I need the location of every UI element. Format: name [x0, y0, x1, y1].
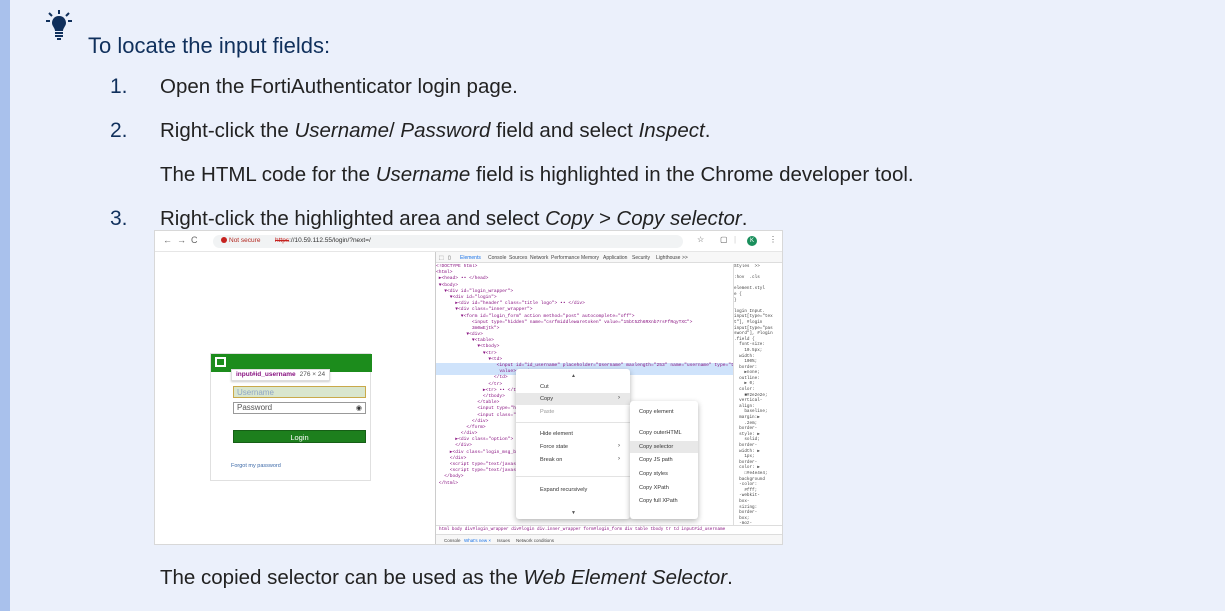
password-input[interactable]: Password ◉ [233, 402, 366, 414]
devtools-tab-bar: ⬚ ▯ Elements Console Sources Network Performan… [436, 252, 782, 263]
devtools-tab[interactable]: Application [603, 255, 627, 261]
devtools-tab[interactable]: Console [488, 255, 506, 261]
context-menu: ▲ ▼ Cut Copy › Paste Hide element Force state… [516, 369, 630, 519]
fortinet-logo-icon [215, 357, 226, 367]
menu-divider [516, 476, 630, 477]
context-menu-highlight [516, 393, 630, 405]
step-note-text: The HTML code for the Username field is … [160, 163, 914, 186]
context-menu-item[interactable]: Break on [540, 457, 562, 463]
step-text: Right-click the Username/ Password field… [160, 119, 711, 142]
browser-menu-icon[interactable]: ⋮ [769, 236, 777, 244]
login-card: Username input#id_username 276 × 24 Passw… [210, 353, 372, 481]
address-bar[interactable]: Not secure https://10.59.112.55/login/?n… [213, 235, 683, 248]
devtools-tab[interactable]: Elements [460, 255, 481, 261]
scroll-down-icon: ▼ [571, 510, 576, 516]
menu-divider [516, 422, 630, 423]
context-menu-item[interactable]: Force state [540, 444, 568, 450]
copy-submenu-item[interactable]: Copy full XPath [639, 498, 678, 504]
scroll-up-icon: ▲ [571, 373, 576, 379]
extensions-icon[interactable]: ▢ [720, 236, 728, 244]
copy-submenu-item[interactable]: Copy selector [639, 444, 673, 450]
bookmark-star-icon[interactable]: ☆ [697, 236, 704, 244]
drawer-tab[interactable]: Network conditions [516, 538, 554, 543]
username-input[interactable]: Username [233, 386, 366, 398]
drawer-tab[interactable]: Issues [497, 538, 510, 543]
copy-submenu-item[interactable]: Copy JS path [639, 457, 673, 463]
eye-icon[interactable]: ◉ [356, 404, 362, 414]
tip-box: To locate the input fields: 1. Open the … [0, 0, 1225, 611]
devtools-tab[interactable]: Memory [581, 255, 599, 261]
copy-submenu-item[interactable]: Copy styles [639, 471, 668, 477]
devtools-tab[interactable]: Performance [551, 255, 580, 261]
context-menu-item[interactable]: Copy [540, 396, 553, 402]
chevron-right-icon: › [618, 456, 620, 462]
step-text: Open the FortiAuthenticator login page. [160, 75, 518, 98]
tip-title: To locate the input fields: [88, 33, 331, 58]
inspect-element-icon[interactable]: ⬚ [439, 255, 444, 261]
context-menu-item[interactable]: Paste [540, 409, 554, 415]
embedded-screenshot: ← → C Not secure https://10.59.112.55/lo… [154, 230, 783, 545]
inspect-tooltip: input#id_username 276 × 24 [231, 369, 331, 381]
context-menu-item[interactable]: Expand recursively [540, 487, 587, 493]
not-secure-badge[interactable]: Not secure [221, 237, 260, 244]
chevron-right-icon: › [618, 395, 620, 401]
step-1: 1. Open the FortiAuthenticator login pag… [110, 74, 1210, 118]
step-2: 2. Right-click the Username/ Password fi… [110, 118, 1210, 162]
devtools-tab[interactable]: Lighthouse [656, 255, 680, 261]
forward-icon[interactable]: → [177, 236, 186, 245]
copy-submenu-item[interactable]: Copy outerHTML [639, 430, 682, 436]
url-text[interactable]: https://10.59.112.55/login/?next=/ [275, 237, 371, 244]
toolbar-divider: | [734, 235, 737, 244]
devtools-drawer: Console What's new × Issues Network conditi… [436, 534, 782, 544]
warning-icon [221, 237, 227, 243]
lightbulb-icon [46, 10, 72, 40]
copy-submenu: Copy element Copy outerHTML Copy selector C… [630, 401, 698, 519]
profile-avatar[interactable]: K [747, 236, 757, 246]
devtools-tab[interactable]: Sources [509, 255, 527, 261]
browser-toolbar: ← → C Not secure https://10.59.112.55/lo… [155, 231, 782, 252]
web-page-area: Username input#id_username 276 × 24 Passw… [155, 252, 435, 544]
chevron-right-icon: › [618, 443, 620, 449]
device-toolbar-icon[interactable]: ▯ [448, 255, 451, 261]
context-menu-item[interactable]: Cut [540, 384, 549, 390]
devtools-tab[interactable]: Security [632, 255, 650, 261]
closing-note: The copied selector can be used as the W… [160, 566, 733, 589]
devtools-tab[interactable]: >> [682, 255, 688, 261]
reload-icon[interactable]: C [191, 236, 198, 245]
dom-breadcrumb[interactable]: html body div#login_wrapper div#login di… [436, 525, 782, 534]
copy-submenu-item[interactable]: Copy element [639, 409, 674, 415]
step-2-note: The HTML code for the Username field is … [110, 162, 1210, 206]
step-number: 3. [110, 207, 128, 230]
step-number: 2. [110, 119, 128, 142]
step-text: Right-click the highlighted area and sel… [160, 207, 748, 230]
back-icon[interactable]: ← [163, 236, 172, 245]
forgot-password-link[interactable]: Forgot my password [231, 463, 281, 469]
devtools-tab[interactable]: Network [530, 255, 548, 261]
login-button[interactable]: Login [233, 430, 366, 443]
drawer-tab[interactable]: What's new × [464, 538, 491, 543]
styles-pane[interactable]: Styles >>:hov .cls element.styl e {} login … [733, 264, 782, 526]
steps-list: 1. Open the FortiAuthenticator login pag… [110, 74, 1210, 250]
step-number: 1. [110, 75, 128, 98]
context-menu-item[interactable]: Hide element [540, 431, 573, 437]
drawer-tab[interactable]: Console [444, 538, 461, 543]
copy-submenu-item[interactable]: Copy XPath [639, 485, 669, 491]
